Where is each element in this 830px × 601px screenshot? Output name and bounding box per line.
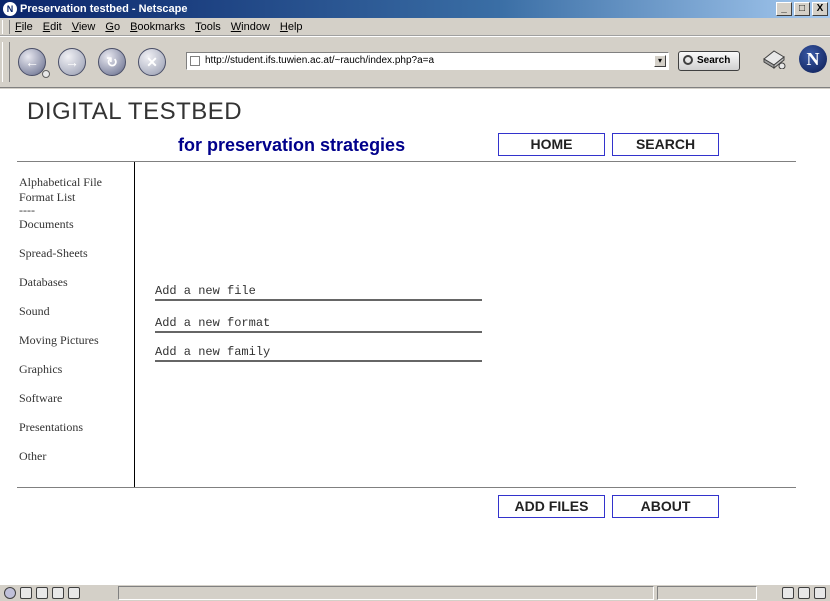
menu-file[interactable]: File <box>10 21 38 33</box>
online-status-icon[interactable] <box>782 587 794 599</box>
netscape-logo-icon[interactable]: N <box>799 45 827 73</box>
status-right-icons <box>782 587 826 599</box>
status-bar <box>0 584 830 601</box>
url-text: http://student.ifs.tuwien.ac.at/~rauch/i… <box>205 55 435 66</box>
lock-icon[interactable] <box>814 587 826 599</box>
page-subtitle: for preservation strategies <box>178 135 406 155</box>
sidebar-item-presentations[interactable]: Presentations <box>19 420 129 435</box>
menu-bookmarks[interactable]: Bookmarks <box>125 21 190 33</box>
back-dropdown-icon[interactable] <box>42 70 50 78</box>
maximize-button[interactable]: □ <box>794 2 810 16</box>
menu-go[interactable]: Go <box>100 21 125 33</box>
forward-icon[interactable]: → <box>58 48 86 76</box>
security-icon[interactable] <box>798 587 810 599</box>
add-files-button[interactable]: ADD FILES <box>498 495 605 518</box>
search-nav-button[interactable]: SEARCH <box>612 133 719 156</box>
minimize-button[interactable]: _ <box>776 2 792 16</box>
navigator-icon[interactable] <box>4 587 16 599</box>
sidebar-item-databases[interactable]: Databases <box>19 275 129 290</box>
mail-icon[interactable] <box>20 587 32 599</box>
toolbar-grip[interactable] <box>2 42 10 82</box>
url-bar[interactable]: http://student.ifs.tuwien.ac.at/~rauch/i… <box>186 52 669 70</box>
page-icon <box>190 56 200 66</box>
status-progress-field <box>657 586 757 600</box>
composer-icon[interactable] <box>52 587 64 599</box>
sidebar-divider <box>134 162 135 487</box>
menu-help[interactable]: Help <box>275 21 308 33</box>
window-title-bar[interactable]: N Preservation testbed - Netscape _ □ X <box>0 0 830 18</box>
stop-icon[interactable]: ✕ <box>138 48 166 76</box>
menu-window[interactable]: Window <box>226 21 275 33</box>
menu-tools[interactable]: Tools <box>190 21 226 33</box>
add-family-link[interactable]: Add a new family <box>155 345 482 362</box>
close-button[interactable]: X <box>812 2 828 16</box>
menu-bar: File Edit View Go Bookmarks Tools Window… <box>0 18 830 36</box>
reload-icon[interactable]: ↻ <box>98 48 126 76</box>
status-text-field <box>118 586 654 600</box>
sidebar-separator: ---- <box>19 203 35 217</box>
window-controls: _ □ X <box>776 2 828 16</box>
add-file-link[interactable]: Add a new file <box>155 284 482 301</box>
home-button[interactable]: HOME <box>498 133 605 156</box>
about-button[interactable]: ABOUT <box>612 495 719 518</box>
sidebar-item-sound[interactable]: Sound <box>19 304 129 319</box>
window-title: Preservation testbed - Netscape <box>20 3 188 15</box>
chat-icon[interactable] <box>68 587 80 599</box>
address-book-icon[interactable] <box>36 587 48 599</box>
search-button[interactable]: Search <box>678 51 740 71</box>
page-content: DIGITAL TESTBED for preservation strateg… <box>0 89 830 584</box>
netscape-app-icon[interactable]: N <box>3 2 17 16</box>
sidebar-item-software[interactable]: Software <box>19 391 129 406</box>
navigation-toolbar: ← → ↻ ✕ http://student.ifs.tuwien.ac.at/… <box>0 36 830 88</box>
action-list: Add a new file Add a new format Add a ne… <box>155 284 482 377</box>
sidebar-item-moving-pictures[interactable]: Moving Pictures <box>19 333 129 348</box>
menubar-grip[interactable] <box>2 19 10 34</box>
menu-view[interactable]: View <box>67 21 101 33</box>
url-dropdown-icon[interactable]: ▾ <box>654 55 666 67</box>
sidebar-item-spreadsheets[interactable]: Spread-Sheets <box>19 246 129 261</box>
sidebar-item-other[interactable]: Other <box>19 449 129 464</box>
back-icon[interactable]: ← <box>18 48 50 78</box>
magnifier-icon <box>683 55 693 65</box>
add-format-link[interactable]: Add a new format <box>155 316 482 333</box>
page-title: DIGITAL TESTBED <box>27 98 243 125</box>
bottom-divider <box>17 487 796 488</box>
sidebar-item-documents[interactable]: Documents <box>19 217 129 232</box>
sidebar: Alphabetical File Format List ---- Docum… <box>19 175 129 478</box>
print-icon[interactable] <box>760 47 786 69</box>
sidebar-item-alphabetical-list[interactable]: Alphabetical File Format List <box>19 175 129 205</box>
menu-edit[interactable]: Edit <box>38 21 67 33</box>
search-button-label: Search <box>697 55 731 66</box>
sidebar-item-graphics[interactable]: Graphics <box>19 362 129 377</box>
